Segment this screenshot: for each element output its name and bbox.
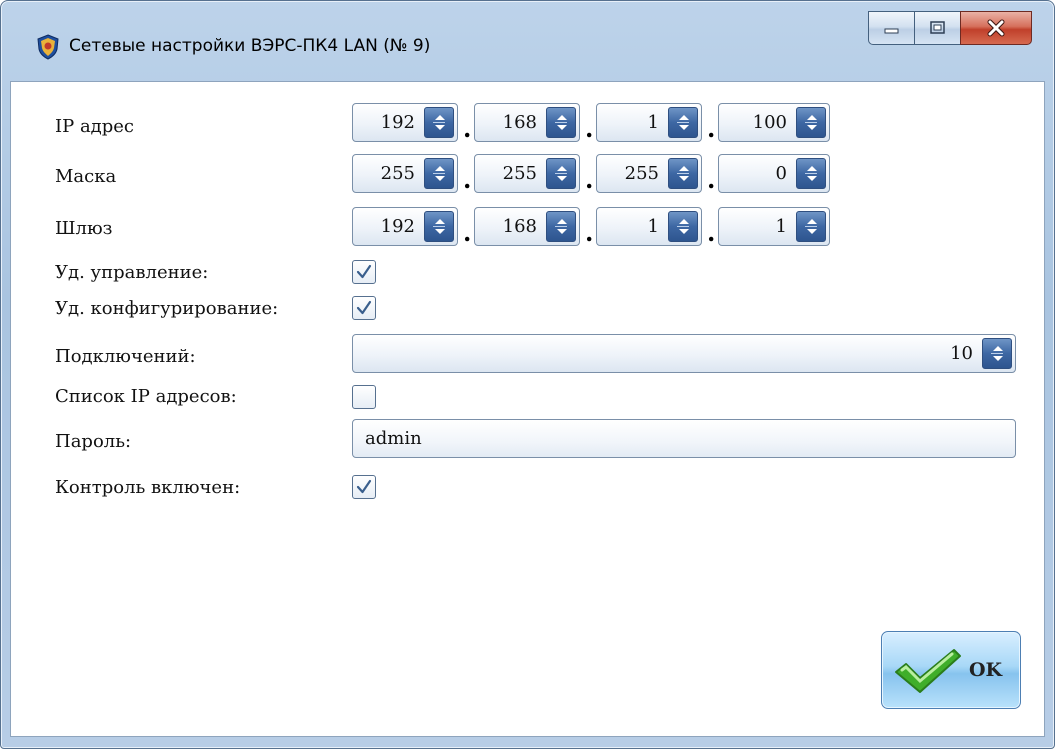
mask-octet-1-value: 255 <box>380 163 415 184</box>
gateway-octet-4-value: 1 <box>775 216 787 237</box>
checkmark-icon <box>356 479 372 494</box>
window-title: Сетевые настройки ВЭРС-ПК4 LAN (№ 9) <box>69 36 431 56</box>
connections-spinbox[interactable]: 10 <box>352 334 1016 373</box>
mask-octet-3-spinbox[interactable]: 255 <box>596 154 702 193</box>
spin-arrows-icon[interactable] <box>796 107 826 138</box>
spin-arrows-icon[interactable] <box>546 158 576 189</box>
mask-octet-4-spinbox[interactable]: 0 <box>718 154 830 193</box>
maximize-icon <box>929 21 945 34</box>
gateway-octet-1-spinbox[interactable]: 192 <box>352 207 458 246</box>
gateway-octet-2-value: 168 <box>502 216 537 237</box>
dialog-body: IP адрес 192 . 168 . 1 . 100 Маска 255 .… <box>10 81 1045 737</box>
ip-octet-1-value: 192 <box>380 112 415 133</box>
spin-arrows-icon[interactable] <box>796 158 826 189</box>
close-button[interactable] <box>960 11 1032 45</box>
octet-separator: . <box>707 114 716 143</box>
octet-separator: . <box>585 218 594 247</box>
spin-arrows-icon[interactable] <box>668 158 698 189</box>
remote-control-label: Уд. управление: <box>55 262 209 283</box>
gateway-octet-3-spinbox[interactable]: 1 <box>596 207 702 246</box>
remote-config-checkbox[interactable] <box>352 296 376 320</box>
gateway-octet-1-value: 192 <box>380 216 415 237</box>
password-label: Пароль: <box>55 431 132 452</box>
spin-arrows-icon[interactable] <box>424 211 454 242</box>
caption-buttons <box>868 11 1032 45</box>
mask-octet-2-spinbox[interactable]: 255 <box>474 154 580 193</box>
mask-octet-1-spinbox[interactable]: 255 <box>352 154 458 193</box>
ip-octet-3-spinbox[interactable]: 1 <box>596 103 702 142</box>
mask-octet-4-value: 0 <box>775 163 787 184</box>
green-checkmark-icon <box>895 649 961 693</box>
settings-window: Сетевые настройки ВЭРС-ПК4 LAN (№ 9) IP … <box>0 0 1055 749</box>
ok-button[interactable]: OK <box>881 631 1021 709</box>
ip-address-label: IP адрес <box>55 116 135 137</box>
minimize-button[interactable] <box>868 11 914 45</box>
gateway-octet-4-spinbox[interactable]: 1 <box>718 207 830 246</box>
ip-octet-2-value: 168 <box>502 112 537 133</box>
gateway-octet-3-value: 1 <box>647 216 659 237</box>
octet-separator: . <box>585 165 594 194</box>
spin-arrows-icon[interactable] <box>424 107 454 138</box>
spin-arrows-icon[interactable] <box>546 211 576 242</box>
octet-separator: . <box>707 218 716 247</box>
remote-config-label: Уд. конфигурирование: <box>55 298 279 319</box>
password-field[interactable] <box>352 419 1016 458</box>
checkmark-icon <box>356 264 372 279</box>
maximize-button[interactable] <box>914 11 960 45</box>
ok-button-label: OK <box>969 659 1003 681</box>
spin-arrows-icon[interactable] <box>424 158 454 189</box>
octet-separator: . <box>707 165 716 194</box>
gateway-label: Шлюз <box>55 218 113 239</box>
octet-separator: . <box>463 165 472 194</box>
octet-separator: . <box>463 114 472 143</box>
checkmark-icon <box>356 300 372 315</box>
octet-separator: . <box>463 218 472 247</box>
ip-list-label: Список IP адресов: <box>55 386 237 407</box>
ip-octet-2-spinbox[interactable]: 168 <box>474 103 580 142</box>
spin-arrows-icon[interactable] <box>796 211 826 242</box>
spin-arrows-icon[interactable] <box>982 338 1012 369</box>
mask-label: Маска <box>55 166 117 187</box>
spin-arrows-icon[interactable] <box>668 107 698 138</box>
connections-label: Подключений: <box>55 346 196 367</box>
monitoring-label: Контроль включен: <box>55 477 241 498</box>
ip-octet-4-spinbox[interactable]: 100 <box>718 103 830 142</box>
remote-control-checkbox[interactable] <box>352 260 376 284</box>
shield-emblem-icon <box>37 34 59 60</box>
close-icon <box>987 19 1005 37</box>
connections-value: 10 <box>950 343 973 364</box>
minimize-icon <box>884 28 898 34</box>
ip-list-checkbox[interactable] <box>352 385 376 409</box>
ip-octet-4-value: 100 <box>752 112 787 133</box>
spin-arrows-icon[interactable] <box>546 107 576 138</box>
octet-separator: . <box>585 114 594 143</box>
mask-octet-2-value: 255 <box>502 163 537 184</box>
ip-octet-3-value: 1 <box>647 112 659 133</box>
title-bar[interactable]: Сетевые настройки ВЭРС-ПК4 LAN (№ 9) <box>1 1 1054 81</box>
ip-octet-1-spinbox[interactable]: 192 <box>352 103 458 142</box>
gateway-octet-2-spinbox[interactable]: 168 <box>474 207 580 246</box>
monitoring-checkbox[interactable] <box>352 475 376 499</box>
spin-arrows-icon[interactable] <box>668 211 698 242</box>
mask-octet-3-value: 255 <box>624 163 659 184</box>
